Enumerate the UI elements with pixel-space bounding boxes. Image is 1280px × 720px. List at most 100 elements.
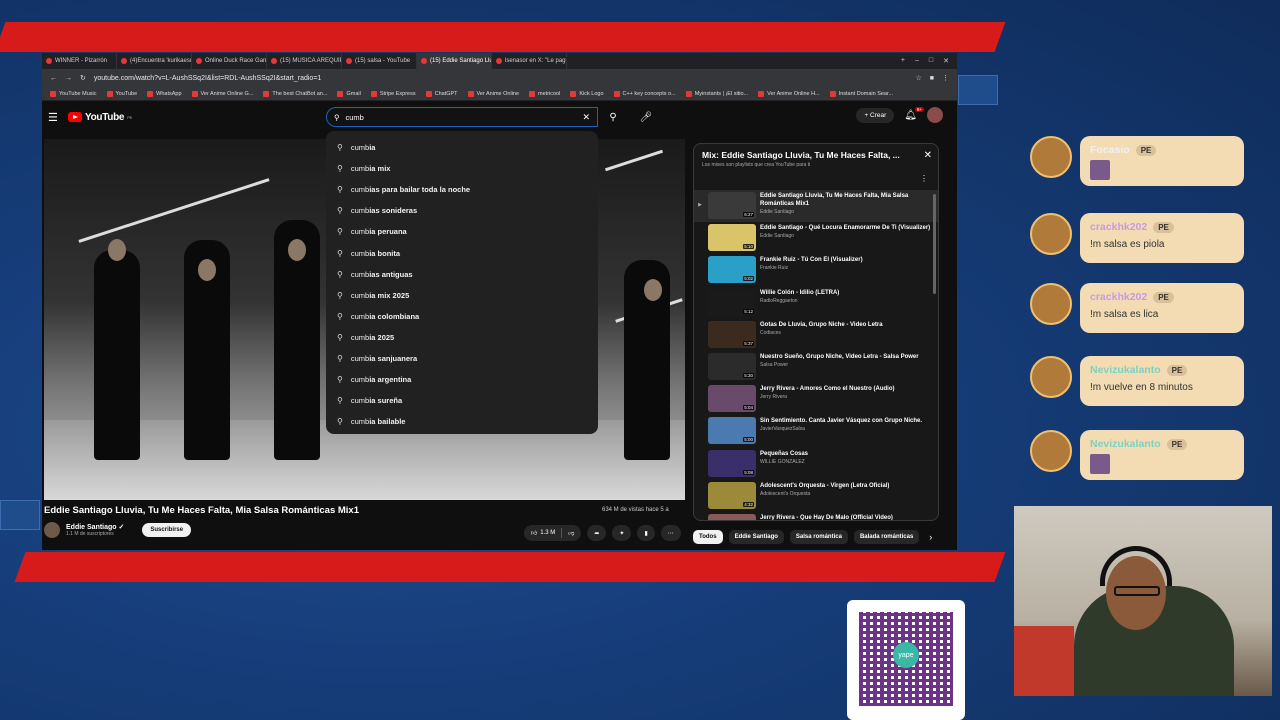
subscribe-button[interactable]: Suscribirse (142, 523, 192, 537)
playlist-scrollbar[interactable] (933, 194, 936, 294)
playlist-item[interactable]: 5:30 Nuestro Sueño, Grupo Niche, Video Le… (694, 351, 938, 383)
search-suggestion[interactable]: ⚲ cumbia bonita (326, 242, 598, 263)
account-avatar[interactable] (927, 107, 943, 123)
youtube-logo[interactable]: YouTube PE (68, 112, 132, 123)
search-suggestion[interactable]: ⚲ cumbia sanjuanera (326, 348, 598, 369)
playlist-thumbnail[interactable]: 4:32 (708, 481, 756, 509)
playlist-thumbnail[interactable]: 5:04 (708, 385, 756, 413)
search-suggestion[interactable]: ⚲ cumbia peruana (326, 221, 598, 242)
playlist-thumbnail[interactable]: 6:27 (708, 192, 756, 219)
search-suggestion[interactable]: ⚲ cumbia mix (326, 158, 598, 179)
browser-tab[interactable]: (4)Encuentra 'kurikaesu trend' en Ti (117, 53, 192, 69)
bookmark-item[interactable]: YouTube (106, 90, 137, 97)
bookmark-item[interactable]: Myinstants | ¡El sitio... (685, 90, 748, 97)
browser-tab[interactable]: WINNER - Pizarrón (42, 53, 117, 69)
tab-bar: WINNER - Pizarrón (4)Encuentra 'kurikaesu… (42, 53, 957, 69)
playlist-item[interactable]: 5:12 Willie Colón - Idilio (LETRA) RadioRe… (694, 287, 938, 319)
close-window-icon[interactable]: ✕ (943, 57, 949, 65)
more-actions-button[interactable]: ⋯ (660, 525, 681, 541)
reload-icon[interactable]: ↻ (80, 74, 86, 82)
bookmark-item[interactable]: Stripe Express (370, 90, 416, 97)
thumbs-down-icon[interactable]: 👎︎ (568, 529, 574, 537)
channel-avatar[interactable] (44, 522, 60, 538)
playlist-item[interactable]: Jerry Rivera - Que Hay De Malo (Official… (694, 512, 938, 520)
browser-tab[interactable]: (15) Eddie Santiago Lluvia, Tu M (417, 53, 492, 69)
bookmark-item[interactable]: C++ key concepts o... (613, 90, 676, 97)
bookmark-item[interactable]: Ver Anime Online (467, 90, 519, 97)
search-suggestion[interactable]: ⚲ cumbia colombiana (326, 306, 598, 327)
browser-menu-icon[interactable]: ⋮ (942, 74, 949, 82)
playlist-item[interactable]: 5:04 Jerry Rivera - Amores Como el Nuestr… (694, 383, 938, 415)
save-button[interactable]: ▮ (637, 525, 655, 541)
hamburger-menu-icon[interactable]: ☰ (48, 111, 60, 124)
back-icon[interactable]: ← (50, 75, 57, 82)
search-suggestion[interactable]: ⚲ cumbia mix 2025 (326, 285, 598, 306)
search-suggestion[interactable]: ⚲ cumbia 2025 (326, 327, 598, 348)
playlist-thumbnail[interactable]: 5:37 (708, 320, 756, 348)
bookmark-item[interactable]: Ver Anime Online G... (191, 90, 253, 97)
filter-chip[interactable]: Todos (693, 530, 723, 544)
channel-name[interactable]: Eddie Santiago ✓ (66, 523, 124, 531)
more-vert-icon[interactable]: ⋮ (920, 174, 928, 183)
filter-chip[interactable]: Eddie Santiago (728, 530, 784, 544)
search-suggestion[interactable]: ⚲ cumbia sureña (326, 390, 598, 411)
playlist-item[interactable]: ▶ 6:27 Eddie Santiago Lluvia, Tu Me Haces … (694, 190, 938, 223)
bookmark-item[interactable]: Ver Anime Online H... (758, 90, 820, 97)
voice-search-button[interactable]: 🎤︎ (636, 107, 656, 127)
playlist-thumbnail[interactable]: 5:12 (708, 288, 756, 316)
search-input[interactable]: ⚲ cumb ✕ (326, 107, 598, 127)
playlist-item[interactable]: 4:32 Adolescent's Orquesta - Virgen (Letr… (694, 480, 938, 512)
remix-button[interactable]: ✦ (612, 525, 632, 541)
like-button[interactable]: 👍︎ 1.3 M 👎︎ (524, 525, 582, 541)
playlist-item[interactable]: 5:00 Sin Sentimiento. Canta Javier Vásque… (694, 415, 938, 447)
share-button[interactable]: ➦ (587, 525, 607, 541)
search-suggestion[interactable]: ⚲ cumbias sonideras (326, 200, 598, 221)
playlist-thumbnail[interactable]: 5:02 (708, 256, 756, 284)
playlist-thumbnail[interactable]: 5:30 (708, 352, 756, 380)
browser-tab[interactable]: lsenasor en X: "Le pagué medio dó (492, 53, 567, 69)
search-suggestion[interactable]: ⚲ cumbia bailable (326, 411, 598, 432)
minimize-icon[interactable]: – (915, 57, 919, 65)
browser-tab[interactable]: (15) salsa - YouTube (342, 53, 417, 69)
url-field[interactable]: youtube.com/watch?v=L-AushSSq2I&list=RDL… (94, 75, 908, 82)
playlist-item-channel: JavierVasquezSalsa (760, 426, 805, 433)
bookmark-item[interactable]: ChatGPT (425, 90, 458, 97)
create-button[interactable]: + Crear (856, 107, 895, 123)
playlist-item[interactable]: 5:10 Eddie Santiago - Qué Locura Enamorar… (694, 222, 938, 254)
search-suggestion[interactable]: ⚲ cumbia argentina (326, 369, 598, 390)
bookmark-item[interactable]: Gmail (337, 90, 361, 97)
bookmark-item[interactable]: YouTube Music (50, 90, 97, 97)
search-button[interactable]: ⚲ (600, 107, 626, 127)
playlist-thumbnail[interactable]: 5:00 (708, 417, 756, 445)
search-suggestion[interactable]: ⚲ cumbia (326, 137, 598, 158)
bookmark-star-icon[interactable]: ☆ (915, 74, 921, 82)
bookmark-item[interactable]: Kick Logo (570, 90, 604, 97)
search-suggestion[interactable]: ⚲ cumbias antiguas (326, 264, 598, 285)
playlist-item[interactable]: 5:37 Gotas De Lluvia, Grupo Niche - Video… (694, 319, 938, 351)
bookmark-item[interactable]: WhatsApp (147, 90, 182, 97)
playlist-item[interactable]: 5:02 Frankie Ruiz - Tú Con Él (Visualizer… (694, 254, 938, 286)
playlist-item-channel: Eddie Santiago (760, 209, 794, 215)
chevron-right-icon[interactable]: › (929, 532, 932, 542)
playlist-thumbnail[interactable]: 5:10 (708, 224, 756, 252)
extensions-icon[interactable]: ■ (930, 75, 934, 82)
new-tab-icon[interactable]: + (901, 57, 905, 65)
filter-chip[interactable]: Salsa romántica (789, 530, 848, 544)
playlist-item[interactable]: 5:08 Pequeñas Cosas WILLIE GONZALEZ (694, 448, 938, 480)
clear-search-icon[interactable]: ✕ (582, 112, 590, 123)
browser-tab[interactable]: (15) MUSICA AREQUIPEÑA: pampe (267, 53, 342, 69)
playlist-thumbnail[interactable] (708, 513, 756, 520)
maximize-icon[interactable]: □ (929, 57, 933, 65)
playlist-thumbnail[interactable]: 5:08 (708, 449, 756, 477)
bookmark-item[interactable]: The best ChatBot an... (263, 90, 327, 97)
search-suggestion[interactable]: ⚲ cumbias para bailar toda la noche (326, 179, 598, 200)
country-badge: PE (1166, 364, 1188, 376)
forward-icon[interactable]: → (65, 75, 72, 82)
bookmark-item[interactable]: metricool (529, 90, 560, 97)
browser-tab[interactable]: Online Duck Race Game (192, 53, 267, 69)
close-icon[interactable]: ✕ (924, 150, 932, 161)
bookmark-item[interactable]: Instant Domain Sear... (829, 90, 893, 97)
filter-chip[interactable]: Balada románticas (853, 530, 920, 544)
suggestion-completion: ia peruana (369, 227, 407, 237)
notifications-bell-icon[interactable]: 🔔︎ 9+ (904, 106, 924, 121)
